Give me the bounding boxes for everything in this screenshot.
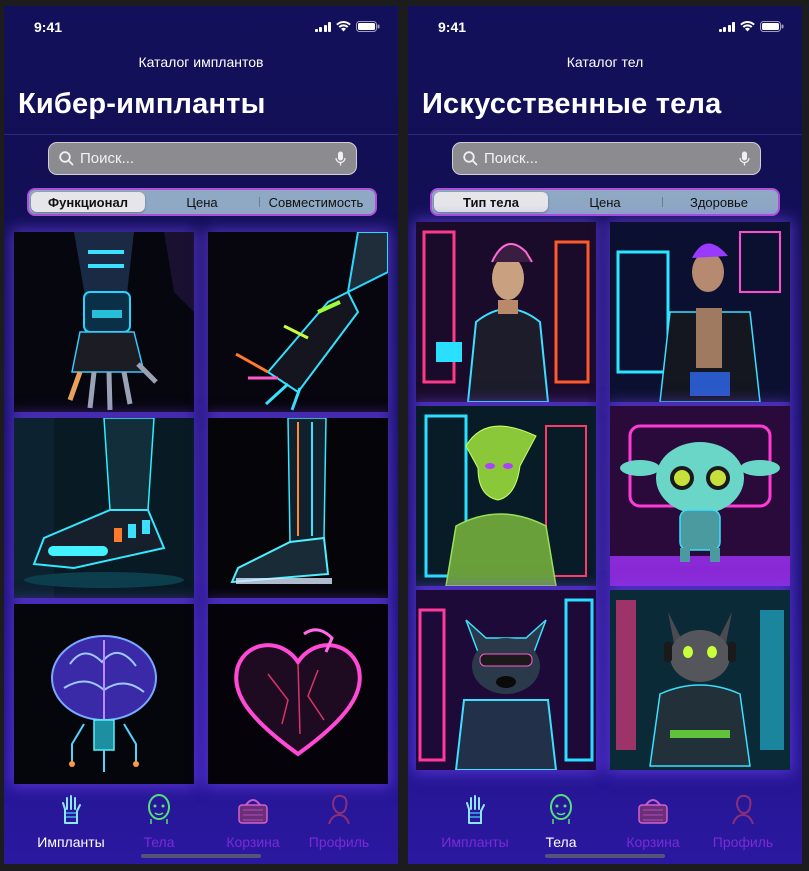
- tab-implants[interactable]: Импланты: [26, 795, 116, 850]
- tab-implants-label: Импланты: [441, 834, 509, 850]
- segment-compatibility[interactable]: Совместимость: [259, 192, 373, 212]
- battery-icon: [760, 21, 784, 32]
- tile-cyber-leg[interactable]: [208, 418, 388, 598]
- search-input[interactable]: [484, 150, 739, 167]
- cellular-signal-icon: [718, 22, 735, 32]
- tab-bar: Импланты Тела Корзина Профиль: [4, 784, 398, 864]
- header-divider: [408, 134, 802, 135]
- tab-cart[interactable]: Корзина: [608, 795, 698, 850]
- tile-cyber-cat[interactable]: [610, 590, 790, 770]
- status-bar: 9:41: [408, 6, 802, 46]
- implant-grid: [14, 232, 388, 784]
- home-indicator[interactable]: [141, 854, 261, 858]
- tile-cute-alien[interactable]: [610, 406, 790, 586]
- tab-cart[interactable]: Корзина: [208, 795, 298, 850]
- cellular-signal-icon: [314, 22, 331, 32]
- filter-segmented-control: Тип тела Цена Здоровье: [430, 188, 780, 216]
- header-divider: [4, 134, 398, 135]
- tab-implants[interactable]: Импланты: [430, 795, 520, 850]
- segment-functionality[interactable]: Функционал: [31, 192, 145, 212]
- tab-profile[interactable]: Профиль: [294, 793, 384, 850]
- battery-icon: [356, 21, 380, 32]
- status-bar: 9:41: [4, 6, 398, 46]
- nav-title: Каталог имплантов: [138, 54, 264, 70]
- segment-price[interactable]: Цена: [548, 192, 662, 212]
- tab-bar: Импланты Тела Корзина Профиль: [408, 784, 802, 864]
- tile-cyber-foot[interactable]: [14, 418, 194, 598]
- microphone-icon[interactable]: [739, 151, 750, 167]
- search-bar[interactable]: [452, 142, 761, 175]
- tab-profile-label: Профиль: [712, 834, 774, 850]
- tile-neon-heart[interactable]: [208, 604, 388, 784]
- body-grid: [416, 222, 792, 770]
- profile-icon: [730, 793, 756, 830]
- page-title: Кибер-импланты: [18, 88, 266, 120]
- page-title: Искусственные тела: [422, 88, 722, 120]
- basket-icon: [236, 795, 270, 830]
- tile-cyber-hand-glowing[interactable]: [208, 232, 388, 412]
- filter-segmented-control: Функционал Цена Совместимость: [27, 188, 377, 216]
- tile-cyber-hand[interactable]: [14, 232, 194, 412]
- tile-neon-brain[interactable]: [14, 604, 194, 784]
- implants-screen: 9:41 Каталог имплантов Кибер-импланты Фу…: [4, 6, 398, 864]
- tile-cyber-woman[interactable]: [416, 222, 596, 402]
- tab-profile[interactable]: Профиль: [698, 793, 788, 850]
- tab-implants-label: Импланты: [37, 834, 105, 850]
- search-input[interactable]: [80, 150, 335, 167]
- tab-cart-label: Корзина: [626, 834, 680, 850]
- search-icon: [59, 151, 74, 166]
- search-bar[interactable]: [48, 142, 357, 175]
- hand-icon: [59, 795, 83, 830]
- segment-body-type[interactable]: Тип тела: [434, 192, 548, 212]
- hand-icon: [463, 795, 487, 830]
- bodies-screen: 9:41 Каталог тел Искусственные тела Тип …: [408, 6, 802, 864]
- tile-cyber-man[interactable]: [610, 222, 790, 402]
- status-icons: [718, 21, 785, 32]
- tab-bodies[interactable]: Тела: [516, 793, 606, 850]
- wifi-icon: [740, 21, 755, 32]
- status-icons: [314, 21, 381, 32]
- nav-title: Каталог тел: [566, 54, 644, 70]
- home-indicator[interactable]: [545, 854, 665, 858]
- segment-price[interactable]: Цена: [145, 192, 259, 212]
- tile-cyber-dog[interactable]: [416, 590, 596, 770]
- profile-icon: [326, 793, 352, 830]
- search-icon: [463, 151, 478, 166]
- status-time: 9:41: [34, 19, 63, 35]
- face-icon: [548, 793, 574, 830]
- face-icon: [146, 793, 172, 830]
- status-time: 9:41: [438, 19, 467, 35]
- microphone-icon[interactable]: [335, 151, 346, 167]
- tab-profile-label: Профиль: [308, 834, 370, 850]
- tile-alien-humanoid[interactable]: [416, 406, 596, 586]
- tab-cart-label: Корзина: [226, 834, 280, 850]
- tab-bodies[interactable]: Тела: [114, 793, 204, 850]
- tab-bodies-label: Тела: [143, 834, 175, 850]
- segment-health[interactable]: Здоровье: [662, 192, 776, 212]
- wifi-icon: [336, 21, 351, 32]
- tab-bodies-label: Тела: [545, 834, 577, 850]
- basket-icon: [636, 795, 670, 830]
